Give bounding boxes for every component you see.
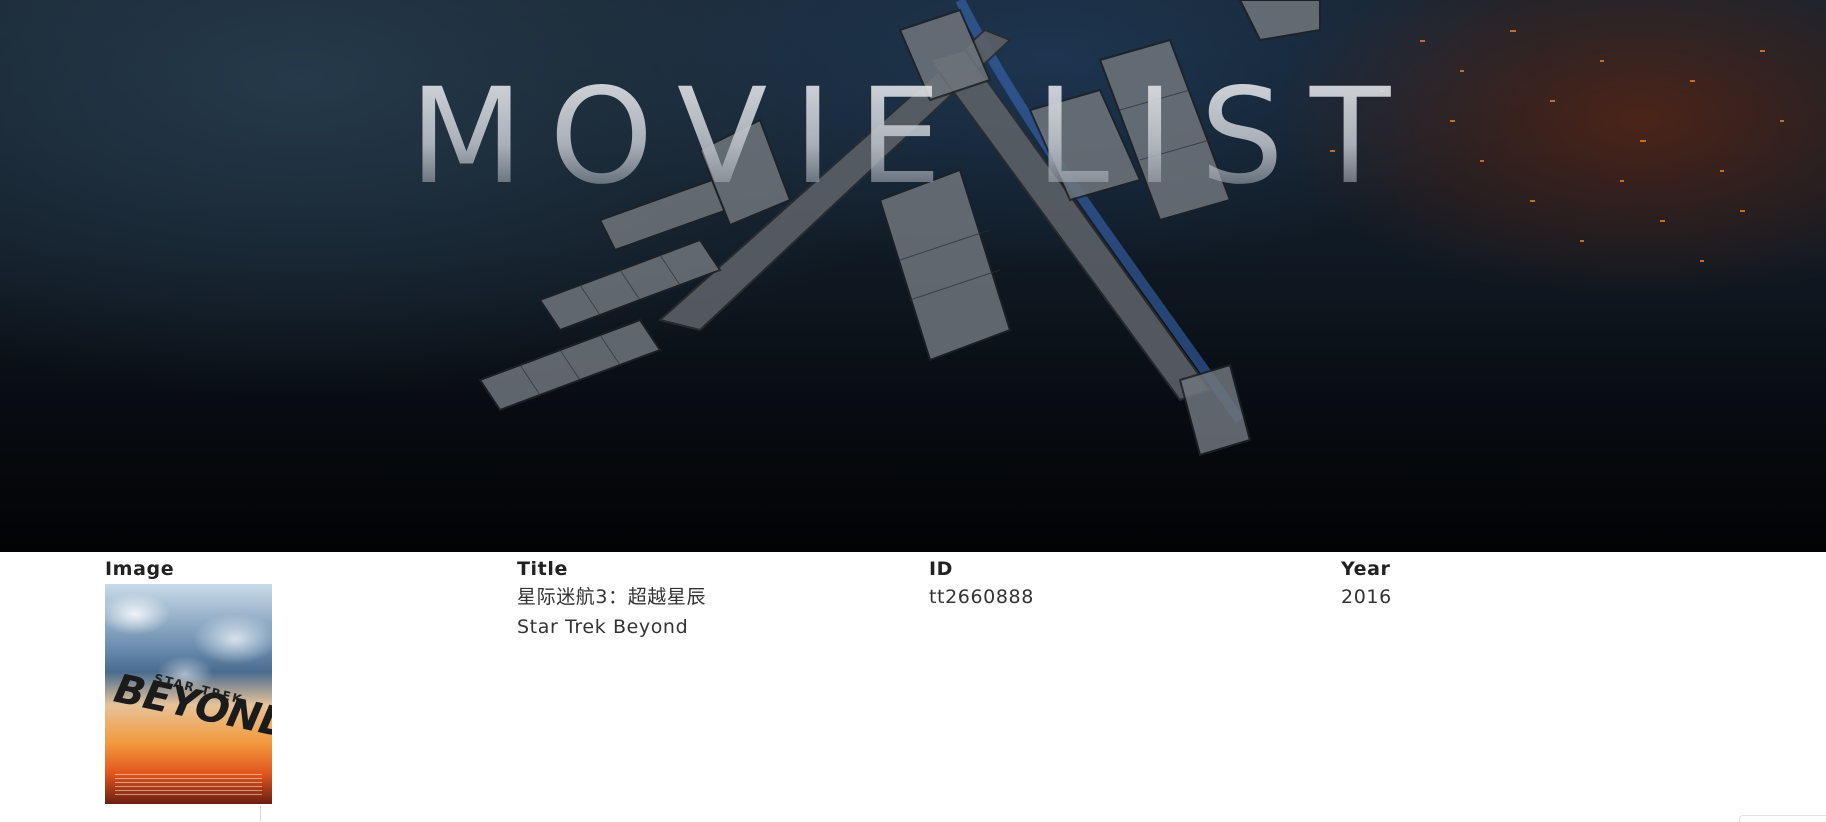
cell-title: 星际迷航3：超越星辰 Star Trek Beyond: [517, 582, 929, 804]
column-header-title: Title: [517, 558, 568, 580]
column-header-id: ID: [929, 558, 954, 580]
column-header-year: Year: [1341, 558, 1391, 580]
table-row[interactable]: STAR TREK BEYOND 星际迷航3：超越星辰 Star Trek Be…: [105, 582, 1755, 804]
movie-title-chinese: 星际迷航3：超越星辰: [517, 586, 707, 608]
hero-banner: MOVIE LIST: [0, 0, 1826, 552]
table-header-row: Image Title ID Year: [105, 552, 1755, 582]
page-title: MOVIE LIST: [0, 62, 1826, 212]
movie-table: Image Title ID Year STAR TREK BEYOND 星际迷…: [105, 552, 1755, 804]
column-header-image: Image: [105, 558, 175, 580]
cell-image: STAR TREK BEYOND: [105, 582, 517, 804]
movie-poster-image[interactable]: STAR TREK BEYOND: [105, 584, 272, 804]
poster-credits: [115, 774, 262, 798]
divider: [260, 806, 261, 821]
cell-id: tt2660888: [929, 586, 1034, 608]
movie-title-english: Star Trek Beyond: [517, 616, 689, 638]
cell-year: 2016: [1341, 586, 1392, 608]
